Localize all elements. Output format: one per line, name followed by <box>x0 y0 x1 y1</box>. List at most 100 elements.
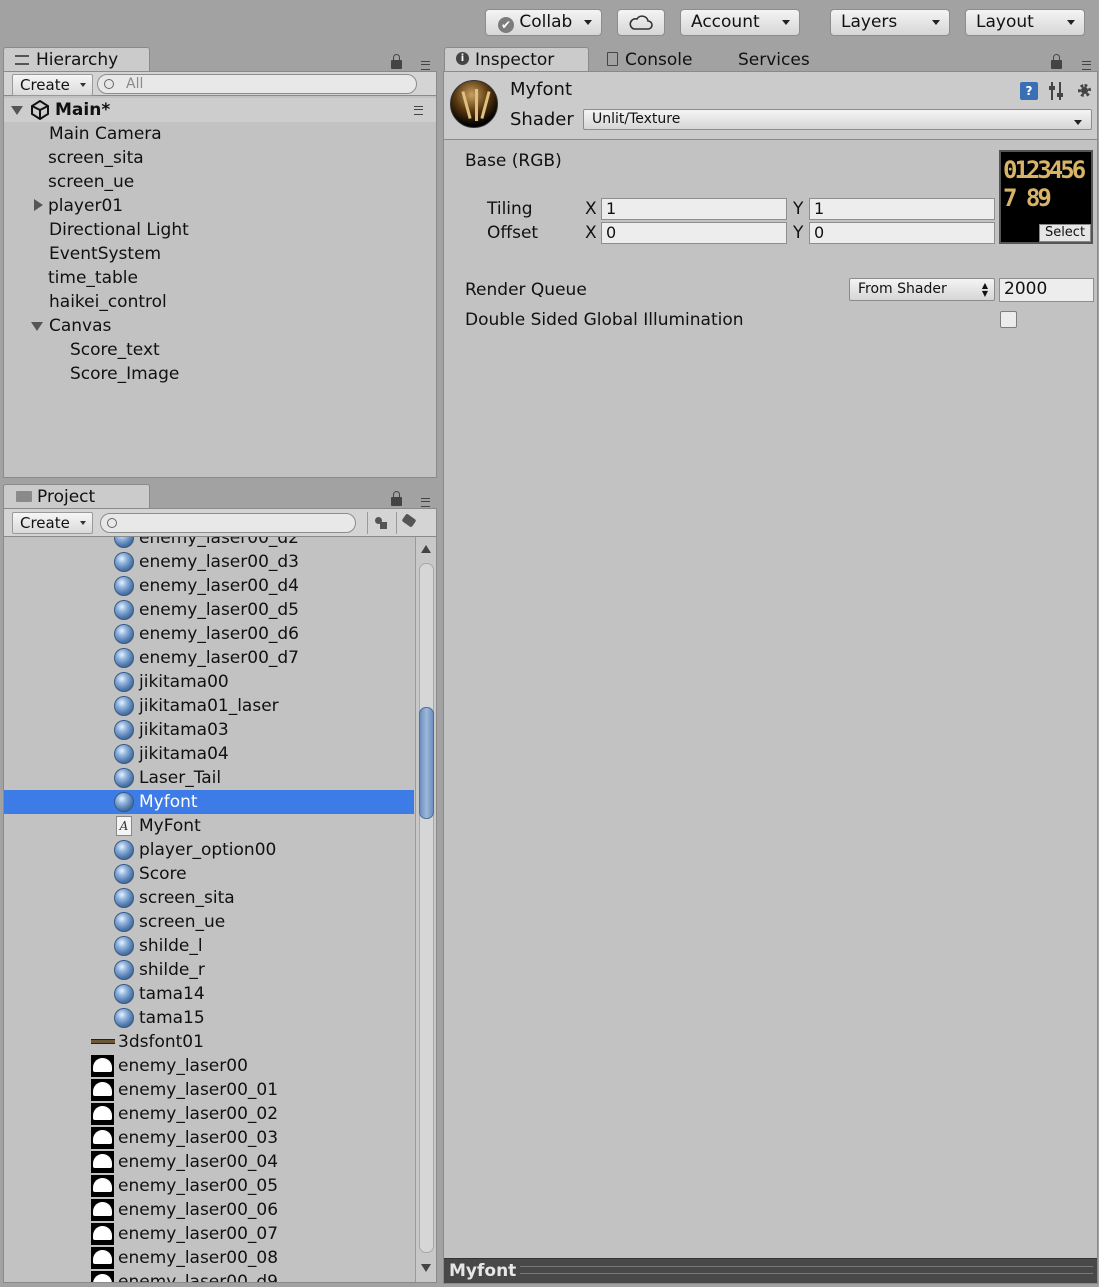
tab-hierarchy[interactable]: Hierarchy <box>3 47 150 72</box>
project-item[interactable]: enemy_laser00_03 <box>4 1126 414 1150</box>
hierarchy-item[interactable]: time_table <box>48 266 138 290</box>
inspector-menu-icon[interactable] <box>1077 60 1091 70</box>
project-item[interactable]: enemy_laser00_d5 <box>4 598 414 622</box>
project-item[interactable]: enemy_laser00_02 <box>4 1102 414 1126</box>
preview-bar[interactable]: Myfont <box>444 1258 1097 1283</box>
inspector-lock-icon[interactable] <box>1051 54 1062 69</box>
project-item-label: enemy_laser00_05 <box>118 1176 279 1196</box>
project-search-input[interactable] <box>100 513 356 533</box>
project-item-label: Myfont <box>139 792 198 812</box>
project-lock-icon[interactable] <box>391 491 402 506</box>
texture-select-button[interactable]: Select <box>1039 224 1091 242</box>
scroll-down-arrow-icon[interactable] <box>421 1264 431 1272</box>
project-item[interactable]: A MyFont <box>4 814 414 838</box>
hierarchy-item[interactable]: Canvas <box>49 314 111 338</box>
hierarchy-search-input[interactable]: All <box>97 74 417 94</box>
project-item[interactable]: enemy_laser00_06 <box>4 1198 414 1222</box>
gear-icon[interactable] <box>1076 82 1093 99</box>
project-item[interactable]: enemy_laser00 <box>4 1054 414 1078</box>
hierarchy-item[interactable]: haikei_control <box>49 290 167 314</box>
hierarchy-item[interactable]: screen_sita <box>48 146 144 170</box>
project-item-label: shilde_l <box>139 936 203 956</box>
cloud-button[interactable] <box>617 9 665 36</box>
scroll-track[interactable] <box>419 563 434 1253</box>
project-item[interactable]: enemy_laser00_04 <box>4 1150 414 1174</box>
hierarchy-item[interactable]: EventSystem <box>49 242 161 266</box>
project-item[interactable]: jikitama00 <box>4 670 414 694</box>
texture-slot[interactable]: 01234567 89 Select <box>999 150 1093 244</box>
project-item[interactable]: enemy_laser00_d7 <box>4 646 414 670</box>
double-sided-gi-checkbox[interactable] <box>1000 311 1017 328</box>
canvas-expand-icon[interactable] <box>31 322 43 331</box>
project-item[interactable]: jikitama04 <box>4 742 414 766</box>
layout-dropdown[interactable]: Layout <box>965 9 1085 36</box>
hierarchy-item[interactable]: Score_Image <box>70 362 179 386</box>
scene-row[interactable]: Main* <box>4 98 436 122</box>
project-file-list: enemy_laser00_d2 enemy_laser00_d3 enemy_la… <box>4 537 415 1282</box>
project-item[interactable]: tama14 <box>4 982 414 1006</box>
project-item[interactable]: 3dsfont01 <box>4 1030 414 1054</box>
project-item-label: jikitama03 <box>139 720 229 740</box>
player01-expand-icon[interactable] <box>34 199 43 211</box>
filter-by-label-icon[interactable] <box>396 512 422 534</box>
project-item[interactable]: shilde_r <box>4 958 414 982</box>
hierarchy-item-label: Score_text <box>70 340 160 360</box>
project-item[interactable]: tama15 <box>4 1006 414 1030</box>
hierarchy-item[interactable]: Score_text <box>70 338 160 362</box>
project-item[interactable]: enemy_laser00_d3 <box>4 550 414 574</box>
project-scrollbar[interactable] <box>415 537 436 1282</box>
tab-inspector[interactable]: i Inspector <box>444 47 589 72</box>
scroll-thumb[interactable] <box>419 707 434 819</box>
help-book-icon[interactable]: ? <box>1020 82 1038 100</box>
filter-by-type-icon[interactable] <box>367 512 393 534</box>
tab-project[interactable]: Project <box>3 484 150 509</box>
scene-expand-icon[interactable] <box>11 106 23 115</box>
project-item[interactable]: Score <box>4 862 414 886</box>
render-queue-source-dropdown[interactable]: From Shader ▲ ▼ <box>849 278 995 301</box>
project-item[interactable]: shilde_l <box>4 934 414 958</box>
texture-thumbnail-icon <box>91 1223 114 1245</box>
hierarchy-item[interactable]: Main Camera <box>49 122 162 146</box>
project-item[interactable]: enemy_laser00_d2 <box>4 537 414 550</box>
project-item[interactable]: enemy_laser00_01 <box>4 1078 414 1102</box>
hierarchy-lock-icon[interactable] <box>391 54 402 69</box>
offset-x-field[interactable]: 0 <box>601 222 787 244</box>
account-dropdown[interactable]: Account <box>680 9 800 36</box>
layers-dropdown[interactable]: Layers <box>830 9 950 36</box>
preset-sliders-icon[interactable] <box>1049 82 1065 100</box>
scene-name: Main* <box>55 100 111 120</box>
project-item[interactable]: enemy_laser00_08 <box>4 1246 414 1270</box>
scroll-up-arrow-icon[interactable] <box>421 545 431 553</box>
project-item[interactable]: Laser_Tail <box>4 766 414 790</box>
hierarchy-item[interactable]: Directional Light <box>49 218 189 242</box>
inspector-panel: Myfont Shader Unlit/Texture ? Base (RGB)… <box>443 71 1098 1284</box>
project-create-button[interactable]: Create <box>12 512 93 534</box>
project-item[interactable]: player_option00 <box>4 838 414 862</box>
tab-services[interactable]: Services <box>738 48 858 72</box>
project-item[interactable]: enemy_laser00_d6 <box>4 622 414 646</box>
project-item[interactable]: jikitama03 <box>4 718 414 742</box>
project-item[interactable]: jikitama01_laser <box>4 694 414 718</box>
tab-console[interactable]: Console <box>595 48 740 72</box>
render-queue-field[interactable]: 2000 <box>999 278 1094 302</box>
tiling-x-field[interactable]: 1 <box>601 198 787 220</box>
scene-menu-icon[interactable] <box>409 105 423 115</box>
hierarchy-item[interactable]: screen_ue <box>48 170 134 194</box>
project-item[interactable]: enemy_laser00_d4 <box>4 574 414 598</box>
project-menu-icon[interactable] <box>416 497 430 507</box>
material-sphere-icon <box>114 624 134 644</box>
project-item[interactable]: enemy_laser00_05 <box>4 1174 414 1198</box>
hierarchy-create-button[interactable]: Create <box>12 74 93 96</box>
project-item[interactable]: enemy_laser00_07 <box>4 1222 414 1246</box>
tiling-y-field[interactable]: 1 <box>809 198 995 220</box>
hierarchy-menu-icon[interactable] <box>416 60 430 70</box>
project-item[interactable]: enemy_laser00_d9 <box>4 1270 414 1282</box>
shader-dropdown[interactable]: Unlit/Texture <box>583 109 1092 130</box>
hierarchy-item[interactable]: player01 <box>48 194 123 218</box>
preview-drag-handle[interactable] <box>520 1266 1093 1274</box>
project-item-selected[interactable]: Myfont <box>4 790 414 814</box>
collab-button[interactable]: ✔ Collab <box>485 9 602 36</box>
project-item[interactable]: screen_sita <box>4 886 414 910</box>
project-item[interactable]: screen_ue <box>4 910 414 934</box>
offset-y-field[interactable]: 0 <box>809 222 995 244</box>
